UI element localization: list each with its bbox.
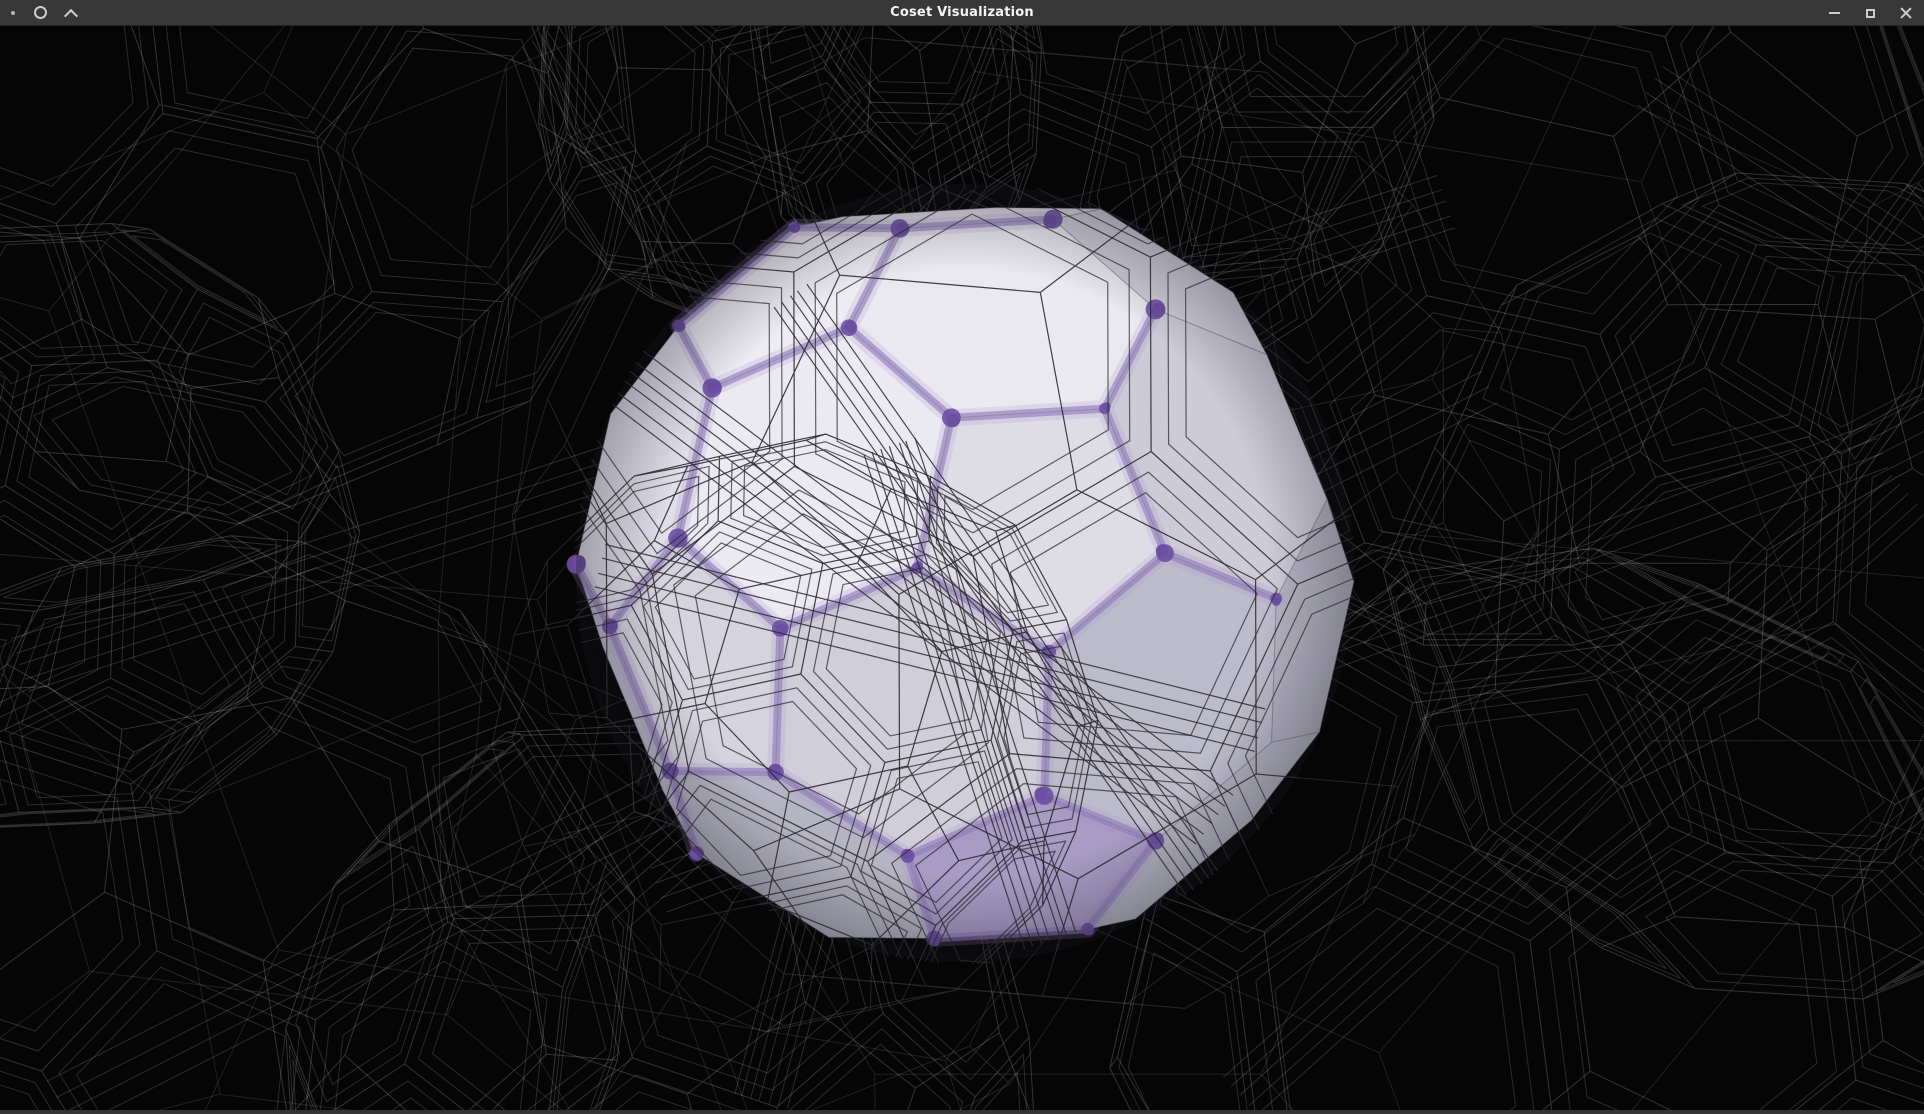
chevron-up-icon[interactable] xyxy=(64,8,78,22)
minimize-button[interactable] xyxy=(1826,5,1842,21)
maximize-button[interactable] xyxy=(1862,5,1878,21)
titlebar: Coset Visualization xyxy=(0,0,1924,26)
app-dot-icon[interactable] xyxy=(11,11,15,15)
record-circle-icon[interactable] xyxy=(34,6,47,19)
window-bottom-border xyxy=(0,1110,1924,1114)
titlebar-left-icons xyxy=(11,5,76,21)
close-button[interactable] xyxy=(1898,5,1914,21)
minimize-icon xyxy=(1829,12,1840,14)
window-title: Coset Visualization xyxy=(0,5,1924,20)
window-controls xyxy=(1826,0,1914,26)
viewport-3d[interactable] xyxy=(0,26,1924,1110)
maximize-icon xyxy=(1866,9,1875,18)
app-window: Coset Visualization xyxy=(0,0,1924,1114)
